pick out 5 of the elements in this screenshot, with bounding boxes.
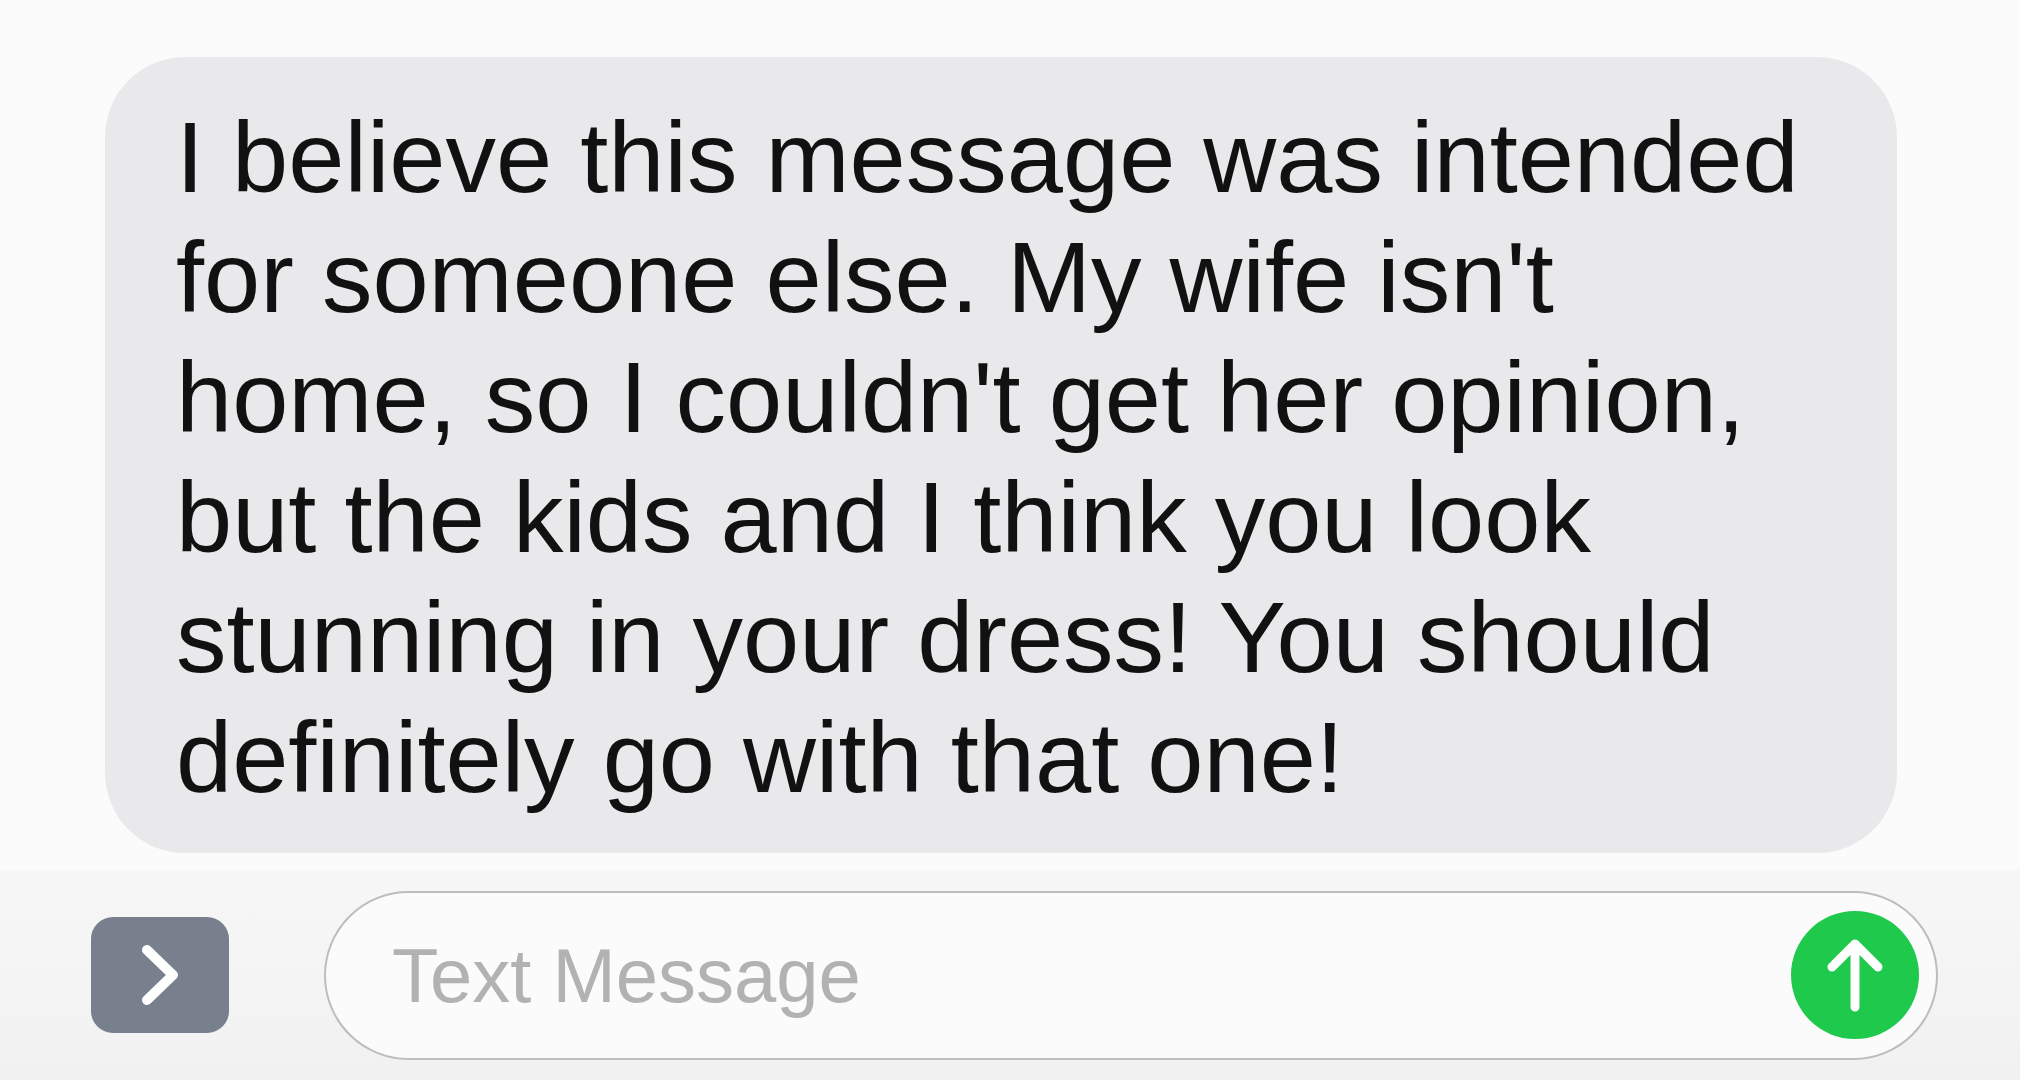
expand-button[interactable] (91, 917, 229, 1033)
message-input-field[interactable]: Text Message (324, 890, 1938, 1060)
chevron-right-icon (141, 944, 179, 1006)
message-text: I believe this message was intended for someone else. My wife isn't home, so I couldn't get her opinion, but the kids and I think you look stunning in your dress! You should definitely go with that one! (176, 100, 1800, 815)
arrow-up-icon (1826, 937, 1884, 1012)
